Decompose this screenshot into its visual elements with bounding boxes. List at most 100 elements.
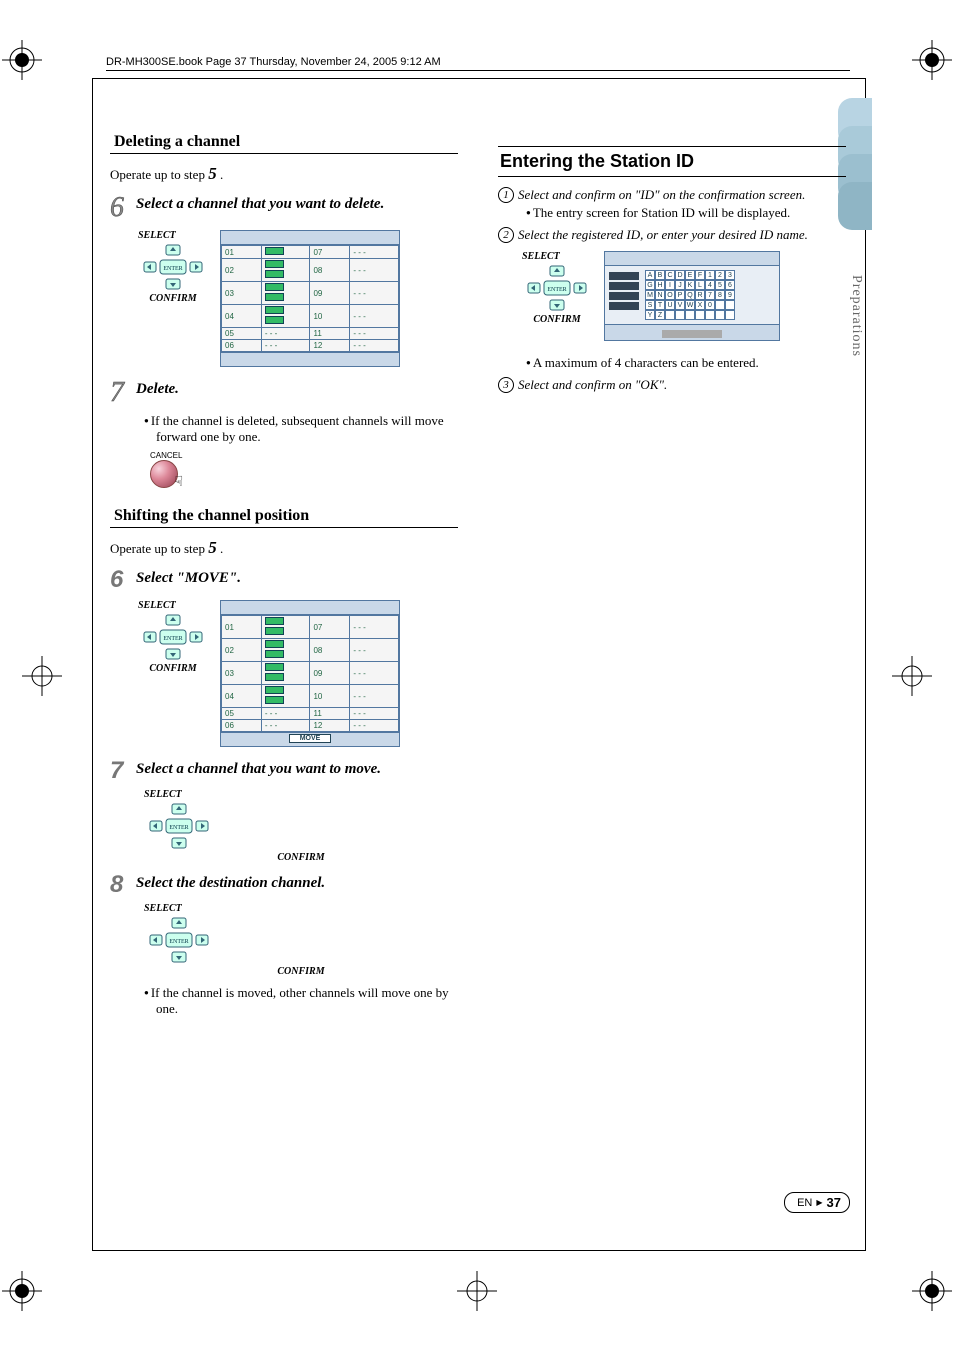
footer-page-number: 37 [827, 1195, 841, 1210]
ch-cell: 09 [310, 662, 350, 685]
ch-bar [261, 662, 310, 685]
page-footer: EN ▶ 37 [784, 1192, 850, 1213]
section-deleting-title: Deleting a channel [110, 130, 458, 154]
ch-bar [261, 246, 310, 259]
id-char-cell [705, 310, 715, 320]
operate-period-2: . [220, 541, 223, 556]
operate-period: . [220, 167, 223, 182]
cancel-button-icon: ☟ [150, 460, 178, 488]
r-step-1: 1 Select and confirm on "ID" on the conf… [498, 187, 846, 203]
step-7-label: Delete. [136, 381, 179, 398]
ch-dash: - - - [261, 328, 310, 340]
print-header: DR-MH300SE.book Page 37 Thursday, Novemb… [106, 56, 441, 68]
r-step-1-bullet: The entry screen for Station ID will be … [526, 205, 846, 221]
id-char-cell: R [695, 290, 705, 300]
channel-list-screen-1: 0107- - - 0208- - - 0309- - - 0410- - - … [220, 230, 400, 367]
id-char-cell: 3 [725, 270, 735, 280]
id-char-cell: G [645, 280, 655, 290]
ch-dash: - - - [261, 340, 310, 352]
id-char-cell [715, 300, 725, 310]
id-char-grid: ABCDEF123GHIJKL456MNOPQR789STUVWX0YZ [645, 270, 735, 320]
step-7: 7 Delete. [110, 377, 458, 409]
id-screen-bottom [605, 324, 779, 340]
s2-step-8-number: 8 [110, 871, 136, 899]
ch-dash: - - - [350, 639, 399, 662]
id-char-cell: 6 [725, 280, 735, 290]
cropmark-bottom-right [912, 1271, 952, 1311]
ch-dash: - - - [350, 616, 399, 639]
id-char-cell: X [695, 300, 705, 310]
s2-step-7: 7 Select a channel that you want to move… [110, 757, 458, 785]
cancel-label: CANCEL [150, 451, 458, 460]
id-char-cell: Q [685, 290, 695, 300]
ch-dash: - - - [350, 340, 399, 352]
s2-step-8: 8 Select the destination channel. [110, 871, 458, 899]
id-char-cell: 2 [715, 270, 725, 280]
operate-up-to-step-2: Operate up to step 5 . [110, 538, 458, 558]
s2-bullet: If the channel is moved, other channels … [144, 985, 458, 1017]
id-char-cell: 7 [705, 290, 715, 300]
screen-titlebar-1 [221, 231, 399, 245]
id-char-cell [725, 300, 735, 310]
ch-dash: - - - [350, 708, 399, 720]
fig-select-label-1: SELECT [138, 230, 208, 241]
ch-dash: - - - [350, 259, 399, 282]
hand-press-icon: ☟ [174, 474, 183, 491]
footer-lang: EN [797, 1197, 812, 1209]
ch-cell: 12 [310, 340, 350, 352]
id-char-cell: 1 [705, 270, 715, 280]
id-char-cell: W [685, 300, 695, 310]
ch-cell: 08 [310, 259, 350, 282]
fig-confirm-label-2: CONFIRM [138, 663, 208, 674]
ch-cell: 07 [310, 246, 350, 259]
operate-text-2: Operate up to step [110, 541, 208, 556]
svg-text:ENTER: ENTER [163, 636, 182, 642]
cancel-figure: CANCEL ☟ [150, 451, 458, 488]
id-char-cell: D [675, 270, 685, 280]
id-char-cell: P [675, 290, 685, 300]
screen-titlebar-2 [221, 601, 399, 615]
id-char-cell: I [665, 280, 675, 290]
id-char-cell: F [695, 270, 705, 280]
left-column: Deleting a channel Operate up to step 5 … [110, 130, 458, 1021]
id-char-cell [715, 310, 725, 320]
fig-select-label-2: SELECT [138, 600, 208, 611]
cropmark-top-right [912, 40, 952, 80]
enter-button-nav-r: ENTER [522, 264, 592, 312]
id-char-cell: E [685, 270, 695, 280]
enter-button-nav-2: ENTER [138, 613, 208, 661]
id-char-cell: T [655, 300, 665, 310]
ch-bar [261, 685, 310, 708]
step-6-number: 6 [110, 192, 136, 224]
ch-bar [261, 282, 310, 305]
step-7-number: 7 [110, 377, 136, 409]
id-char-cell: O [665, 290, 675, 300]
fig-select-label-3: SELECT [144, 789, 458, 800]
ch-cell: 05 [222, 328, 262, 340]
operate-step-number: 5 [208, 164, 217, 183]
r-step-3: 3 Select and confirm on "OK". [498, 377, 846, 393]
r-step-3-num: 3 [498, 377, 514, 393]
id-char-cell: J [675, 280, 685, 290]
ch-cell: 06 [222, 340, 262, 352]
id-char-cell: C [665, 270, 675, 280]
id-char-cell: U [665, 300, 675, 310]
svg-text:ENTER: ENTER [169, 825, 188, 831]
id-char-cell: Y [645, 310, 655, 320]
ch-cell: 01 [222, 246, 262, 259]
r-step-2-text: Select the registered ID, or enter your … [518, 227, 846, 243]
operate-text: Operate up to step [110, 167, 208, 182]
ch-dash: - - - [350, 328, 399, 340]
ch-cell: 04 [222, 305, 262, 328]
svg-text:ENTER: ENTER [547, 287, 566, 293]
id-char-cell: Z [655, 310, 665, 320]
r-bullet-maxchars: A maximum of 4 characters can be entered… [526, 355, 846, 371]
station-id-screen: ABCDEF123GHIJKL456MNOPQR789STUVWX0YZ [604, 251, 780, 341]
s2-step-6-number: 6 [110, 566, 136, 594]
ch-cell: 01 [222, 616, 262, 639]
operate-step-number-2: 5 [208, 538, 217, 557]
id-char-cell: 0 [705, 300, 715, 310]
cropmark-bottom-left [2, 1271, 42, 1311]
ch-cell: 09 [310, 282, 350, 305]
screen-bottombar-2: MOVE [221, 732, 399, 746]
